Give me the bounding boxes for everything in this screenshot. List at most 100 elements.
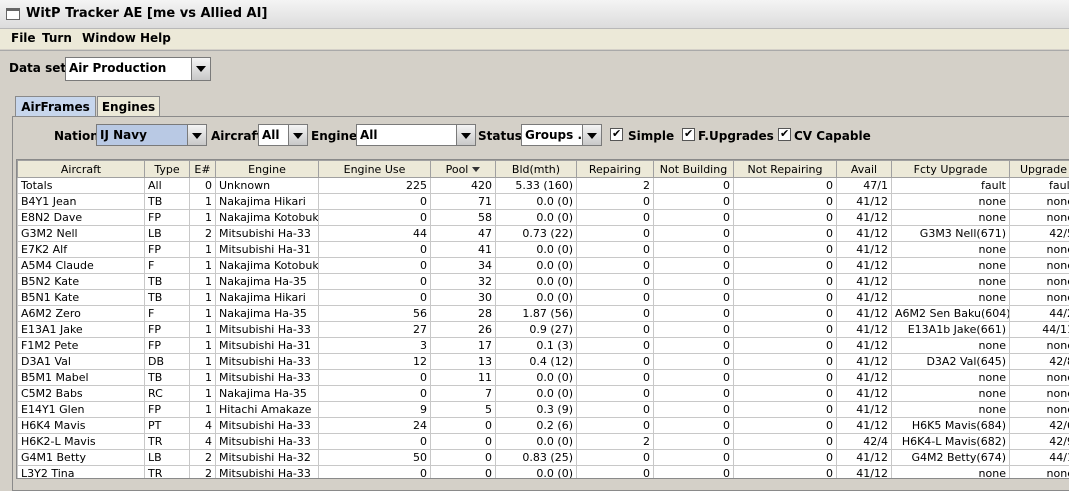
table-row[interactable]: H6K4 Mavis PT 4 Mitsubishi Ha-33 24 0 0.2 (6) 0…	[17, 417, 1069, 434]
table-cell: 0	[576, 241, 654, 258]
fupgrades-checkbox[interactable]	[682, 127, 695, 141]
column-header-label: Not Building	[659, 162, 728, 176]
table-row[interactable]: B5N1 Kate TB 1 Nakajima Hikari 0 30 0.0 (0) 0 0 0…	[17, 289, 1069, 306]
column-header-not-building[interactable]: Not Building	[653, 160, 734, 178]
column-header-bld-mth[interactable]: Bld(mth)	[495, 160, 577, 178]
table-cell: 1	[189, 337, 216, 354]
table-cell: 30	[430, 289, 496, 306]
table-cell: Nakajima Hikari	[215, 289, 319, 306]
table-cell: none	[1009, 257, 1069, 274]
column-header-type[interactable]: Type	[144, 160, 190, 178]
table-row[interactable]: C5M2 Babs RC 1 Nakajima Ha-35 0 7 0.0 (0) 0 0 0 41…	[17, 385, 1069, 402]
table-cell: 0.0 (0)	[495, 257, 577, 274]
table-cell: 0.0 (0)	[495, 385, 577, 402]
table-row[interactable]: Totals All 0 Unknown 225 420 5.33 (160) 2 0 0 47/1…	[17, 177, 1069, 194]
table-cell: none	[1009, 401, 1069, 418]
cvcapable-checkbox[interactable]	[778, 127, 791, 141]
table-row[interactable]: H6K2-L Mavis TR 4 Mitsubishi Ha-33 0 0 0.0 (0)…	[17, 433, 1069, 450]
tab-engines[interactable]: Engines	[97, 96, 160, 116]
status-dropdown-icon[interactable]	[582, 125, 601, 145]
table-cell: 0	[430, 417, 496, 434]
menu-help[interactable]: Help	[140, 31, 171, 45]
table-header-row: Aircraft Type E# Engine Engine Use Pool Bld(mt…	[17, 160, 1069, 178]
table-row[interactable]: G3M2 Nell LB 2 Mitsubishi Ha-33 44 47 0.73 (22…	[17, 225, 1069, 242]
table-cell: 0	[653, 369, 734, 386]
table-cell: 1	[189, 369, 216, 386]
table-cell: 0.0 (0)	[495, 209, 577, 226]
table-cell: 1	[189, 385, 216, 402]
column-header-aircraft[interactable]: Aircraft	[17, 160, 145, 178]
table-cell: 0	[653, 193, 734, 210]
table-row[interactable]: L3Y2 Tina TR 2 Mitsubishi Ha-33 0 0 0.0 (0) 0 0 0…	[17, 465, 1069, 478]
table-cell: none	[891, 369, 1010, 386]
table-cell: H6K4 Mavis	[17, 417, 145, 434]
table-cell: 0	[318, 465, 431, 478]
table-cell: 0	[653, 241, 734, 258]
aircraft-dropdown-icon[interactable]	[288, 125, 307, 145]
table-cell: 0	[430, 433, 496, 450]
engine-dropdown-icon[interactable]	[456, 125, 475, 145]
table-cell: 0	[430, 449, 496, 466]
table-cell: 9	[318, 401, 431, 418]
table-row[interactable]: G4M1 Betty LB 2 Mitsubishi Ha-32 50 0 0.83 (25…	[17, 449, 1069, 466]
table-row[interactable]: D3A1 Val DB 1 Mitsubishi Ha-33 12 13 0.4 (12) 0…	[17, 353, 1069, 370]
table-row[interactable]: E13A1 Jake FP 1 Mitsubishi Ha-33 27 26 0.9 (27…	[17, 321, 1069, 338]
dataset-dropdown-icon[interactable]	[191, 58, 210, 80]
table-cell: none	[1009, 273, 1069, 290]
table-cell: 44/2	[1009, 305, 1069, 322]
table-row[interactable]: E7K2 Alf FP 1 Mitsubishi Ha-31 0 41 0.0 (0) 0 0 0…	[17, 241, 1069, 258]
table-cell: FP	[144, 209, 190, 226]
table-cell: 0	[733, 337, 837, 354]
table-cell: 2	[576, 177, 654, 194]
column-header-not-repairing[interactable]: Not Repairing	[733, 160, 837, 178]
column-header-pool[interactable]: Pool	[430, 160, 496, 178]
column-header-avail[interactable]: Avail	[836, 160, 892, 178]
table-cell: 0	[576, 289, 654, 306]
column-header-upgrade[interactable]: Upgrade	[1009, 160, 1069, 178]
table-cell: 24	[318, 417, 431, 434]
table-cell: 41/12	[836, 289, 892, 306]
column-header-engine-use[interactable]: Engine Use	[318, 160, 431, 178]
dataset-select[interactable]: Air Production	[65, 57, 211, 81]
table-cell: Mitsubishi Ha-32	[215, 449, 319, 466]
column-header-label: E#	[194, 162, 211, 176]
table-cell: 0	[733, 465, 837, 478]
tab-airframes[interactable]: AirFrames	[15, 96, 96, 117]
table-cell: none	[1009, 465, 1069, 478]
menu-turn[interactable]: Turn	[42, 31, 72, 45]
column-header-fcty-upgrade[interactable]: Fcty Upgrade	[891, 160, 1010, 178]
table-row[interactable]: B4Y1 Jean TB 1 Nakajima Hikari 0 71 0.0 (0) 0 0 0…	[17, 193, 1069, 210]
simple-checkbox[interactable]	[610, 127, 623, 141]
table-row[interactable]: A6M2 Zero F 1 Nakajima Ha-35 56 28 1.87 (56) 0 0…	[17, 305, 1069, 322]
table-cell: 420	[430, 177, 496, 194]
column-header-repairing[interactable]: Repairing	[576, 160, 654, 178]
column-header-e[interactable]: E#	[189, 160, 216, 178]
table-row[interactable]: B5N2 Kate TB 1 Nakajima Ha-35 0 32 0.0 (0) 0 0 0 4…	[17, 273, 1069, 290]
status-select[interactable]: Groups ...	[521, 124, 602, 146]
table-row[interactable]: F1M2 Pete FP 1 Mitsubishi Ha-31 3 17 0.1 (3) 0 0…	[17, 337, 1069, 354]
table-cell: none	[891, 385, 1010, 402]
nation-dropdown-icon[interactable]	[187, 125, 206, 145]
table-cell: none	[1009, 193, 1069, 210]
table-row[interactable]: E8N2 Dave FP 1 Nakajima Kotobuki 0 58 0.0 (0) 0…	[17, 209, 1069, 226]
menu-window[interactable]: Window	[82, 31, 136, 45]
table-cell: 0.1 (3)	[495, 337, 577, 354]
table-cell: 0.83 (25)	[495, 449, 577, 466]
table-cell: 58	[430, 209, 496, 226]
table-cell: D3A1 Val	[17, 353, 145, 370]
aircraft-select[interactable]: All	[258, 124, 308, 146]
column-header-engine[interactable]: Engine	[215, 160, 319, 178]
table-row[interactable]: A5M4 Claude F 1 Nakajima Kotobuki 0 34 0.0 (0)…	[17, 257, 1069, 274]
table-cell: 42/8	[1009, 353, 1069, 370]
nation-select[interactable]: IJ Navy	[96, 124, 207, 146]
table-row[interactable]: E14Y1 Glen FP 1 Hitachi Amakaze 9 5 0.3 (9) 0 0 0…	[17, 401, 1069, 418]
engine-select[interactable]: All	[356, 124, 476, 146]
table-cell: 0	[653, 257, 734, 274]
table-cell: Mitsubishi Ha-31	[215, 241, 319, 258]
table-row[interactable]: B5M1 Mabel TB 1 Mitsubishi Ha-33 0 11 0.0 (0) 0…	[17, 369, 1069, 386]
table-cell: 0	[576, 337, 654, 354]
table-cell: none	[891, 337, 1010, 354]
table-cell: 47/1	[836, 177, 892, 194]
table-cell: FP	[144, 337, 190, 354]
menu-file[interactable]: File	[11, 31, 36, 45]
